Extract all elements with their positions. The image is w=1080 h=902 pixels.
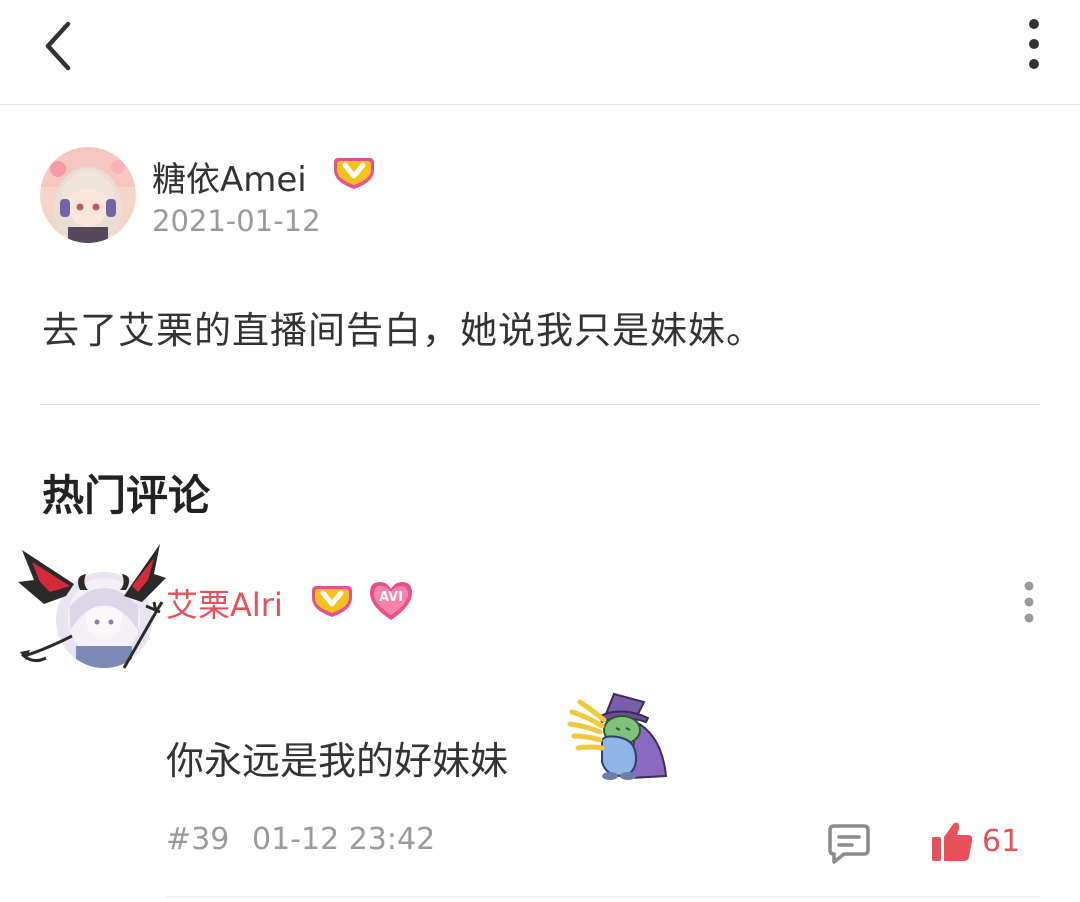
like-count: 61 xyxy=(982,823,1021,859)
top-bar xyxy=(0,0,1080,105)
more-options-button[interactable] xyxy=(1006,12,1062,76)
commenter-avatar[interactable] xyxy=(14,540,166,680)
avatar-frame-image xyxy=(18,544,166,669)
chevron-left-icon xyxy=(45,21,71,71)
post-date: 2021-01-12 xyxy=(152,204,321,238)
comment-icon xyxy=(828,824,870,864)
comment-text: 你永远是我的好妹妹 xyxy=(166,739,509,783)
reply-button[interactable] xyxy=(826,820,872,866)
author-avatar[interactable] xyxy=(40,147,136,243)
commenter-name[interactable]: 艾栗Alri xyxy=(166,580,283,626)
vertical-dots-icon xyxy=(1024,581,1034,623)
heart-badge-icon: AVI xyxy=(368,580,414,622)
avatar-image xyxy=(40,147,136,243)
author-name[interactable]: 糖依Amei xyxy=(152,152,307,201)
heart-badge-label: AVI xyxy=(378,590,404,605)
wizard-sticker-icon xyxy=(566,688,672,784)
vertical-dots-icon xyxy=(1029,19,1039,69)
comment-floor: #39 xyxy=(166,822,230,857)
thumbs-up-icon xyxy=(932,822,973,861)
back-button[interactable] xyxy=(26,14,90,78)
post-text: 去了艾栗的直播间告白，她说我只是妹妹。 xyxy=(42,309,764,352)
divider xyxy=(166,896,1040,898)
like-button[interactable]: 61 xyxy=(930,814,1030,868)
comment-time: 01-12 23:42 xyxy=(252,822,436,857)
section-title: 热门评论 xyxy=(42,471,211,520)
comment-more-button[interactable] xyxy=(1006,576,1052,628)
verified-badge-icon xyxy=(310,582,354,624)
divider xyxy=(40,404,1040,405)
verified-badge-icon xyxy=(332,154,376,196)
